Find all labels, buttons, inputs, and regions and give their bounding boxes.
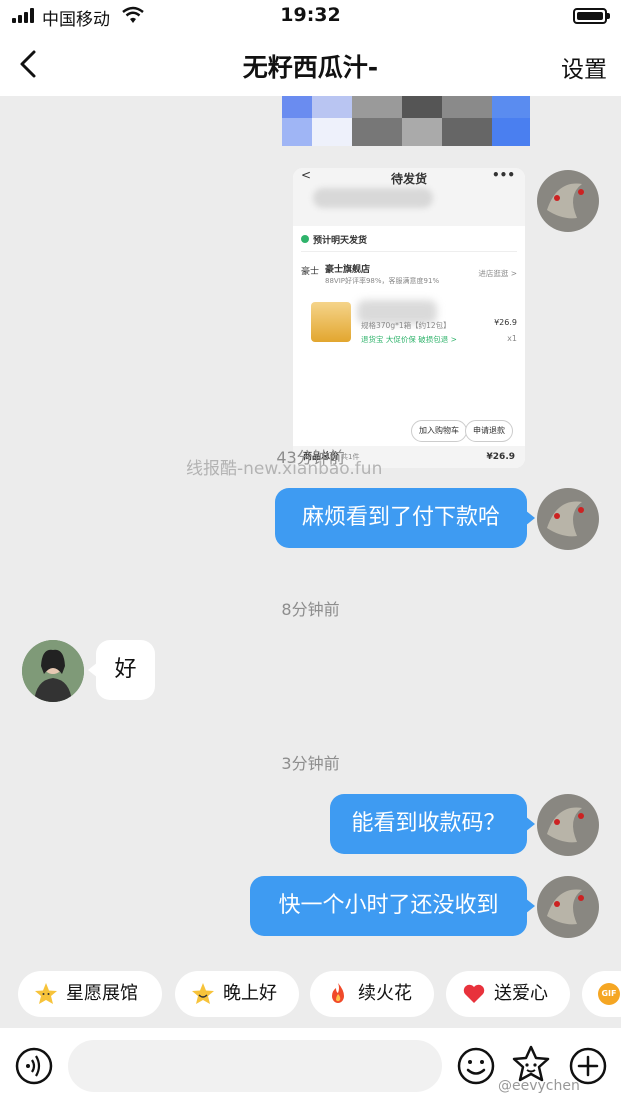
order-screenshot-card[interactable]: < 待发货 ••• 预计明天发货 豪士 豪士旗舰店 88VIP好评率98%，客服… [293,168,525,468]
product-row: 规格370g*1箱【约12包】 退货宝 大促价保 破损包退 > ¥26.9 x1 [301,298,517,360]
avatar[interactable] [537,170,599,232]
quick-reply-bar: 星愿展馆 晚上好 续火花 送爱心 GIF [0,966,621,1028]
shop-stats: 88VIP好评率98%，客服满意度91% [325,277,440,285]
message-bubble[interactable]: 麻烦看到了付下款哈 [275,488,535,548]
emoji-icon[interactable] [456,1046,496,1086]
shop-row: 豪士 豪士旗舰店 88VIP好评率98%，客服满意度91% 进店逛逛 > [301,260,517,292]
chip-star-gallery[interactable]: 星愿展馆 [18,971,162,1017]
timestamp: 3分钟前 [281,754,340,773]
avatar[interactable] [537,876,599,938]
battery-icon [573,8,610,24]
weibo-watermark: @eevychen [498,1078,580,1094]
message-input[interactable] [68,1040,442,1092]
settings-button[interactable]: 设置 [561,50,607,84]
chip-send-love[interactable]: 送爱心 [446,971,570,1017]
more-icon: ••• [491,168,515,182]
pixelated-image[interactable] [282,96,530,146]
avatar[interactable] [537,488,599,550]
status-bar: 中国移动 19:32 [0,0,621,34]
message-bubble[interactable]: 快一个小时了还没收到 [250,876,535,936]
product-tags: 退货宝 大促价保 破损包退 > [361,335,457,344]
page-title: 无籽西瓜汁- [242,53,379,82]
refund-button: 申请退款 [465,420,513,442]
shop-enter-link: 进店逛逛 > [478,269,517,278]
voice-icon[interactable] [14,1046,54,1086]
clock: 19:32 [280,4,341,26]
card-title: 待发货 [390,172,427,186]
star-face-icon [35,983,57,1004]
shop-name: 豪士旗舰店 [325,265,371,275]
timestamp: 8分钟前 [281,600,340,619]
add-cart-button: 加入购物车 [411,420,467,442]
chat-area[interactable]: < 待发货 ••• 预计明天发货 豪士 豪士旗舰店 88VIP好评率98%，客服… [0,96,621,966]
product-price: ¥26.9 [494,318,517,327]
contact-avatar[interactable] [22,640,84,702]
avatar[interactable] [537,794,599,856]
nav-bar: 无籽西瓜汁- 设置 [0,34,621,96]
watermark: 线报酷-new.xianbao.fun [186,459,383,479]
chip-gif[interactable]: GIF [582,971,621,1017]
chip-spark[interactable]: 续火花 [310,971,434,1017]
redacted-area [313,188,433,208]
product-image [311,302,351,342]
heart-icon [463,984,485,1003]
message-bubble[interactable]: 好 [88,640,155,700]
product-qty: x1 [507,334,517,343]
gif-icon: GIF [598,983,620,1005]
back-icon[interactable] [12,44,52,84]
message-bubble[interactable]: 能看到收款码？ [330,794,535,854]
star-smile-icon [192,983,214,1004]
chip-good-evening[interactable]: 晚上好 [175,971,299,1017]
fire-icon [332,983,344,1003]
card-header: < 待发货 ••• [293,168,525,226]
shop-logo: 豪士 [301,267,320,277]
input-bar: @eevychen [0,1028,621,1104]
ship-notice: 预计明天发货 [301,230,517,252]
product-spec: 规格370g*1箱【约12包】 [361,321,451,330]
